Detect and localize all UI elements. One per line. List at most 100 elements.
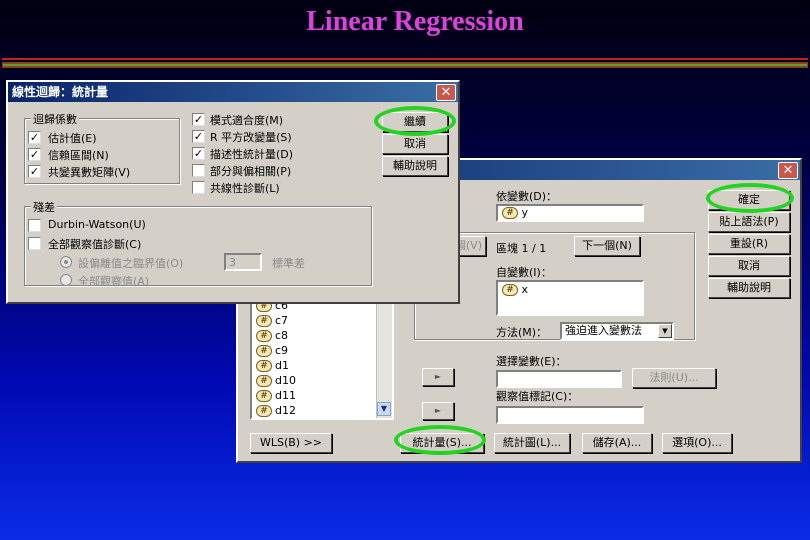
residuals-title: 殘差 (31, 199, 57, 215)
variable-name: d1 (275, 359, 289, 372)
coefficient-label: 信賴區間(N) (48, 149, 109, 162)
coefficient-checkbox[interactable]: ✓ (28, 165, 41, 178)
title-divider-band (2, 62, 808, 68)
plots-button[interactable]: 統計圖(L)... (494, 433, 570, 453)
dependent-label: 依變數(D)： (496, 190, 558, 203)
variable-icon: # (256, 315, 272, 327)
statistics-option-checkbox[interactable]: ✓ (192, 113, 205, 126)
statistics-option-label: 模式適合度(M) (210, 114, 284, 127)
statistics-option-checkbox[interactable]: ✓ (192, 147, 205, 160)
ok-button[interactable]: 確定 (708, 190, 790, 210)
main-close-button[interactable]: ✕ (778, 162, 798, 179)
method-value: 強迫進入變數法 (565, 324, 642, 337)
casewise-diagnostics-label: 全部觀察值診斷(C) (48, 238, 142, 251)
coefficient-label: 共變異數矩陣(V) (48, 166, 131, 179)
main-help-button[interactable]: 輔助說明 (708, 278, 790, 298)
stats-cancel-button[interactable]: 取消 (382, 134, 448, 154)
paste-syntax-button[interactable]: 貼上語法(P) (708, 212, 790, 232)
statistics-option-label: 部分與偏相關(P) (210, 165, 292, 178)
coefficient-label: 估計值(E) (48, 132, 97, 145)
method-select[interactable]: 強迫進入變數法 ▼ (560, 322, 674, 340)
coefficient-checkbox[interactable]: ✓ (28, 148, 41, 161)
save-button[interactable]: 儲存(A)... (582, 433, 652, 453)
close-icon: ✕ (782, 163, 794, 178)
variable-icon: # (256, 360, 272, 372)
variable-name: d11 (275, 389, 296, 402)
all-cases-label: 全部觀察值(A) (78, 275, 150, 288)
slide-title: Linear Regression (306, 6, 524, 37)
reset-button[interactable]: 重設(R) (708, 234, 790, 254)
variable-name: c8 (275, 329, 289, 342)
variable-icon: # (256, 345, 272, 357)
main-cancel-button[interactable]: 取消 (708, 256, 790, 276)
statistics-option-checkbox[interactable] (192, 164, 205, 177)
outliers-threshold-field[interactable]: 3 (224, 253, 262, 271)
selection-variable-field[interactable] (496, 370, 622, 388)
independent-value: x (521, 283, 529, 296)
variable-icon: # (256, 390, 272, 402)
variable-list[interactable]: # c6 # c7 # c8 # c9 # d1 # d10 # d11 # d12 ▼ (250, 296, 394, 420)
outliers-unit-label: 標準差 (272, 257, 305, 270)
statistics-button[interactable]: 統計量(S)... (400, 433, 484, 453)
variable-name: d12 (275, 404, 296, 417)
variable-icon: # (256, 375, 272, 387)
statistics-dialog: 線性迴歸：統計量 ✕ 迴歸係數 ✓ 估計值(E) ✓ 信賴區間(N) ✓ 共變異數矩陣(V… (6, 80, 460, 304)
arrow-right-icon: ► (434, 372, 442, 381)
scroll-down-button[interactable]: ▼ (377, 402, 391, 416)
variable-list-item[interactable]: # c8 (252, 328, 392, 343)
stats-help-button[interactable]: 輔助說明 (382, 156, 448, 176)
next-block-button[interactable]: 下一個(N) (574, 236, 640, 256)
variable-icon: # (502, 207, 518, 219)
wls-button[interactable]: WLS(B) >> (250, 433, 332, 453)
statistics-dialog-title: 線性迴歸：統計量 (12, 85, 109, 99)
variable-icon: # (256, 405, 272, 417)
statistics-close-button[interactable]: ✕ (436, 84, 456, 101)
variable-list-item[interactable]: # c7 (252, 313, 392, 328)
independent-list[interactable]: # x (496, 280, 644, 316)
regression-coefficients-title: 迴歸係數 (31, 111, 79, 127)
statistics-option-label: 共線性診斷(L) (210, 182, 280, 195)
variable-icon: # (502, 284, 518, 296)
variable-list-item[interactable]: # c9 (252, 343, 392, 358)
block-label: 區塊 1 / 1 (496, 242, 547, 255)
statistics-option-checkbox[interactable]: ✓ (192, 130, 205, 143)
arrow-right-icon: ► (434, 406, 442, 415)
coefficient-checkbox[interactable]: ✓ (28, 131, 41, 144)
outliers-radio[interactable] (60, 256, 72, 268)
chevron-down-icon: ▼ (380, 404, 388, 413)
case-labels-field[interactable] (496, 406, 644, 424)
variable-list-item[interactable]: # d12 (252, 403, 392, 418)
case-labels-label: 觀察值標記(C)： (496, 390, 579, 403)
variable-name: c9 (275, 344, 289, 357)
rule-button[interactable]: 法則(U)... (632, 368, 716, 388)
variable-list-item[interactable]: # d11 (252, 388, 392, 403)
statistics-option-label: 描述性統計量(D) (210, 148, 294, 161)
statistics-dialog-titlebar: 線性迴歸：統計量 (8, 82, 458, 102)
move-to-selection-button[interactable]: ► (422, 368, 454, 386)
dropdown-arrow-icon[interactable]: ▼ (658, 324, 672, 338)
dependent-field[interactable]: # y (496, 204, 644, 222)
statistics-option-checkbox[interactable] (192, 181, 205, 194)
variable-list-scrollbar[interactable]: ▼ (376, 298, 392, 418)
dependent-value: y (521, 206, 529, 219)
continue-button[interactable]: 繼續 (382, 112, 448, 132)
options-button[interactable]: 選項(O)... (662, 433, 732, 453)
move-to-case-labels-button[interactable]: ► (422, 402, 454, 420)
variable-list-item[interactable]: # d1 (252, 358, 392, 373)
independent-label: 自變數(I)： (496, 266, 552, 279)
title-divider-line (2, 58, 808, 60)
variable-list-item[interactable]: # d10 (252, 373, 392, 388)
all-cases-radio[interactable] (60, 274, 72, 286)
variable-name: c7 (275, 314, 289, 327)
method-label: 方法(M)： (496, 326, 548, 339)
variable-icon: # (256, 330, 272, 342)
selection-variable-label: 選擇變數(E)： (496, 355, 567, 368)
casewise-diagnostics-checkbox[interactable] (28, 237, 41, 250)
durbin-watson-checkbox[interactable] (28, 219, 41, 232)
outliers-label: 設偏離值之臨界值(O) (78, 257, 184, 270)
variable-name: d10 (275, 374, 296, 387)
statistics-option-label: R 平方改變量(S) (210, 131, 292, 144)
durbin-watson-label: Durbin-Watson(U) (48, 218, 146, 231)
close-icon: ✕ (440, 85, 452, 100)
outliers-threshold-value: 3 (229, 256, 236, 269)
